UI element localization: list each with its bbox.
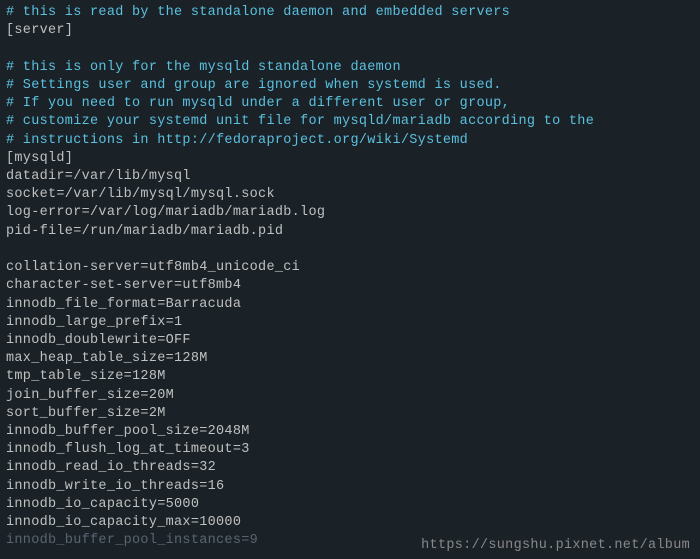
config-line: innodb_read_io_threads=32 (6, 459, 694, 477)
config-line (6, 40, 694, 58)
config-line: socket=/var/lib/mysql/mysql.sock (6, 186, 694, 204)
watermark-text: https://sungshu.pixnet.net/album (421, 537, 690, 555)
config-line: # instructions in http://fedoraproject.o… (6, 132, 694, 150)
config-file-content: # this is read by the standalone daemon … (6, 4, 694, 551)
config-line: innodb_write_io_threads=16 (6, 478, 694, 496)
config-line: sort_buffer_size=2M (6, 405, 694, 423)
config-line: innodb_file_format=Barracuda (6, 296, 694, 314)
config-line: pid-file=/run/mariadb/mariadb.pid (6, 223, 694, 241)
config-line: # this is only for the mysqld standalone… (6, 59, 694, 77)
config-line: character-set-server=utf8mb4 (6, 277, 694, 295)
config-line: innodb_io_capacity=5000 (6, 496, 694, 514)
config-line: innodb_buffer_pool_size=2048M (6, 423, 694, 441)
config-line: # If you need to run mysqld under a diff… (6, 95, 694, 113)
config-line: innodb_io_capacity_max=10000 (6, 514, 694, 532)
config-line: innodb_flush_log_at_timeout=3 (6, 441, 694, 459)
config-line: tmp_table_size=128M (6, 368, 694, 386)
config-line: # customize your systemd unit file for m… (6, 113, 694, 131)
config-line: [mysqld] (6, 150, 694, 168)
config-line: innodb_doublewrite=OFF (6, 332, 694, 350)
config-line: max_heap_table_size=128M (6, 350, 694, 368)
config-line: log-error=/var/log/mariadb/mariadb.log (6, 204, 694, 222)
config-line: join_buffer_size=20M (6, 387, 694, 405)
config-line (6, 241, 694, 259)
config-line: [server] (6, 22, 694, 40)
config-line: datadir=/var/lib/mysql (6, 168, 694, 186)
config-line: # Settings user and group are ignored wh… (6, 77, 694, 95)
config-line: innodb_large_prefix=1 (6, 314, 694, 332)
config-line: # this is read by the standalone daemon … (6, 4, 694, 22)
config-line: collation-server=utf8mb4_unicode_ci (6, 259, 694, 277)
